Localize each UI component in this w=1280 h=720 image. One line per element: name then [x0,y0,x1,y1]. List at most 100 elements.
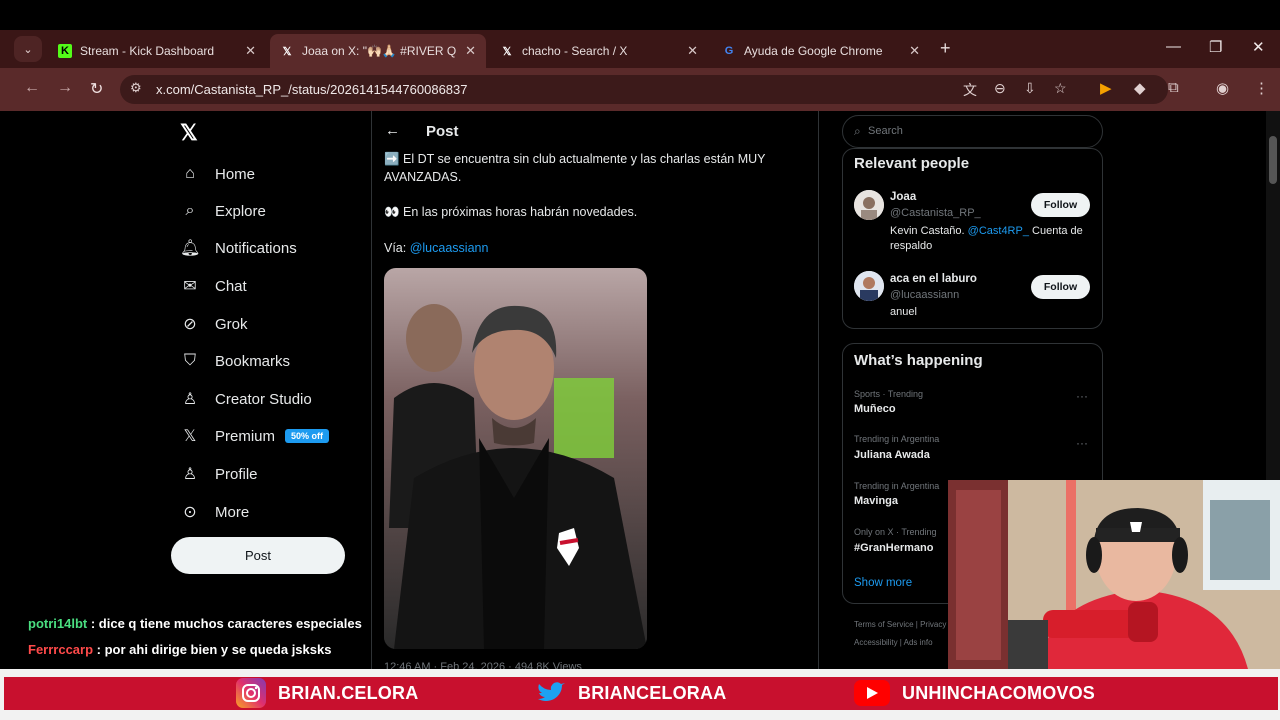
url-text[interactable]: x.com/Castanista_RP_/status/202614154476… [156,82,468,97]
translate-icon[interactable]: 文 [963,80,977,100]
sidebar-item-more[interactable]: ⊙ More [180,498,249,526]
extension-diamond-icon[interactable]: ◆ [1134,79,1146,97]
sidebar-item-explore[interactable]: ⌕ Explore [180,197,266,225]
restore-button[interactable]: ❐ [1209,38,1222,56]
via-mention-link[interactable]: @lucaassiann [410,241,489,255]
relevant-people-title: Relevant people [854,155,970,172]
sidebar-item-label: Home [215,165,256,183]
chrome-menu-icon[interactable]: ⋮ [1254,79,1269,97]
more-options-icon[interactable]: ··· [1076,436,1088,450]
site-info-icon[interactable]: ⚙ [130,80,142,96]
post-button[interactable]: Post [171,537,345,574]
via-label: Vía: [384,241,410,255]
sidebar-item-home[interactable]: ⌂ Home [180,160,255,188]
person-icon: ♙ [182,466,198,483]
minimize-button[interactable]: — [1166,38,1181,55]
streamer-webcam-image [948,480,1280,669]
google-icon: G [724,45,734,57]
tab-title: chacho - Search / X [522,44,628,58]
webcam-overlay [948,480,1280,669]
new-tab-button[interactable]: + [940,38,951,59]
follow-button[interactable]: Follow [1031,193,1090,217]
avatar[interactable] [854,190,884,220]
extensions-puzzle-icon[interactable]: ⧉ [1168,79,1179,96]
search-input[interactable]: ⌕ Search [842,115,1103,148]
sidebar-item-grok[interactable]: ⊘ Grok [180,310,248,338]
chat-text: : dice q tiene muchos caracteres especia… [87,616,362,631]
bio-mention-link[interactable]: @Cast4RP_ [968,225,1029,237]
bookmark-icon: ⛉ [183,352,196,369]
trend-name[interactable]: Muñeco [854,403,896,415]
sidebar-item-label: Profile [215,465,258,483]
twitter-glyph [538,682,565,701]
more-icon: ⊙ [183,504,197,521]
scrollbar-thumb[interactable] [1269,136,1277,184]
close-tab-icon[interactable]: ✕ [245,43,256,59]
x-icon: 𝕏 [183,428,197,445]
show-more-link[interactable]: Show more [854,577,912,589]
post-via: Vía: @lucaassiann [384,239,794,257]
back-button[interactable]: ← [24,79,40,97]
tab-kick-dashboard[interactable]: K Stream - Kick Dashboard ✕ [48,36,266,66]
sidebar-item-bookmarks[interactable]: ⛉ Bookmarks [180,347,290,375]
sidebar-item-label: More [215,503,250,521]
follow-button[interactable]: Follow [1031,275,1090,299]
person-name[interactable]: Joaa [890,191,916,203]
youtube-handle: UNHINCHACOMOVOS [854,678,1095,708]
footer-links[interactable]: Terms of Service | Privacy [854,620,946,629]
sidebar-item-notifications[interactable]: 🔔︎ Notifications [180,234,297,262]
trend-name[interactable]: Mavinga [854,495,898,507]
sidebar-item-label: Bookmarks [215,352,291,370]
profile-avatar-icon[interactable]: ◉ [1216,79,1229,97]
page-title: Post [426,123,459,140]
avatar-image [854,271,884,301]
sidebar-item-chat[interactable]: ✉ Chat [180,272,246,300]
more-options-icon[interactable]: ··· [1076,389,1088,403]
extension-play-icon[interactable]: ▶ [1100,79,1112,97]
sidebar-item-profile[interactable]: ♙ Profile [180,460,258,488]
bell-icon: 🔔︎ [180,240,201,257]
close-tab-icon[interactable]: ✕ [909,43,920,59]
bookmark-star-icon[interactable]: ☆ [1054,80,1067,97]
kick-icon: K [58,44,72,58]
trend-name[interactable]: Juliana Awada [854,449,930,461]
tab-joaa-post[interactable]: 𝕏 Joaa on X: "🙌🏻🙏🏻 #RIVER QUIER ✕ [270,34,486,68]
person-handle[interactable]: @lucaassiann [890,289,959,301]
person-handle[interactable]: @Castanista_RP_ [890,207,981,219]
tab-chacho-search[interactable]: 𝕏 chacho - Search / X ✕ [490,36,708,66]
avatar[interactable] [854,271,884,301]
forward-button[interactable]: → [57,79,73,97]
sidebar-item-premium[interactable]: 𝕏 Premium 50% off [180,422,330,450]
youtube-play-glyph [867,687,878,699]
sidebar-item-creator-studio[interactable]: ♙ Creator Studio [180,385,312,413]
mail-icon: ✉ [183,278,197,295]
coach-photo [384,268,647,649]
tab-title: Stream - Kick Dashboard [80,44,215,58]
install-app-icon[interactable]: ⇩ [1024,80,1036,97]
x-logo-icon[interactable]: 𝕏 [180,120,198,146]
home-icon: ⌂ [185,165,195,182]
post-image[interactable] [384,268,647,649]
instagram-icon [236,678,266,708]
bio-text: anuel [890,306,917,318]
tab-chrome-help[interactable]: G Ayuda de Google Chrome ✕ [712,36,930,66]
trend-context: Trending in Argentina [854,434,940,444]
close-tab-icon[interactable]: ✕ [465,43,476,59]
back-arrow-icon[interactable]: ← [385,122,400,139]
post-text-line: 👀 En las próximas horas habrán novedades… [384,205,638,219]
divider [818,111,819,669]
reload-button[interactable]: ↻ [90,79,103,99]
tab-search-button[interactable]: ⌄ [14,36,42,62]
close-window-button[interactable]: ✕ [1252,38,1265,56]
footer-links[interactable]: Accessibility | Ads info [854,638,933,647]
chat-message: potri14lbt : dice q tiene muchos caracte… [28,616,362,631]
person-bio: Kevin Castaño. @Cast4RP_ Cuenta de respa… [890,224,1095,254]
sidebar-item-label: Grok [215,315,248,333]
person-name[interactable]: aca en el laburo [890,273,977,285]
sidebar-item-label: Explore [215,202,266,220]
trend-context: Sports · Trending [854,389,924,399]
close-tab-icon[interactable]: ✕ [687,43,698,59]
trend-name[interactable]: #GranHermano [854,542,933,554]
creator-studio-icon: ♙ [182,391,198,408]
zoom-icon[interactable]: ⊖ [994,80,1006,97]
